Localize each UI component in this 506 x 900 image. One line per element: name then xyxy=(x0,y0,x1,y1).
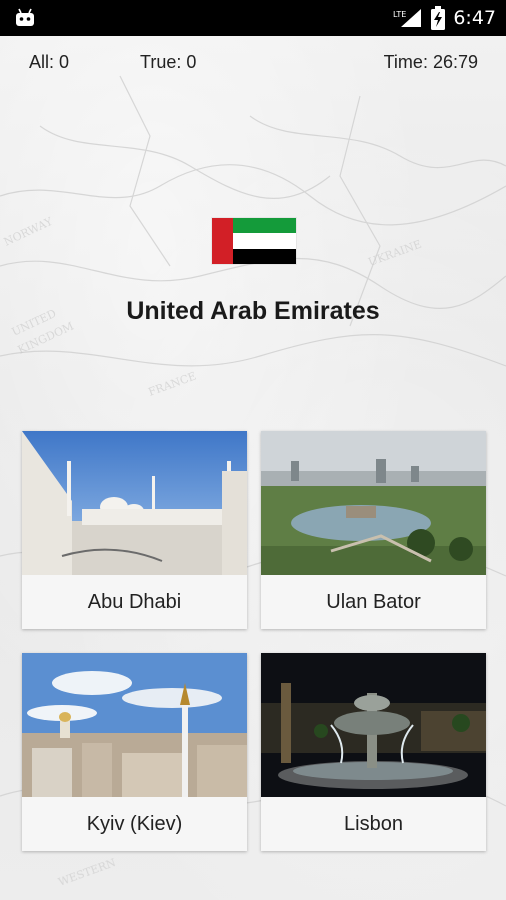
option-label: Ulan Bator xyxy=(326,590,421,613)
city-photo-abu-dhabi xyxy=(22,431,247,575)
svg-text:FRANCE: FRANCE xyxy=(147,370,198,399)
lte-signal-icon: LTE xyxy=(393,9,422,27)
status-time: 6:47 xyxy=(453,7,496,29)
country-name: United Arab Emirates xyxy=(126,297,380,325)
option-label: Lisbon xyxy=(344,812,403,835)
svg-text:WESTERN: WESTERN xyxy=(57,856,118,889)
flag-white-stripe xyxy=(233,233,296,249)
status-bar: LTE 6:47 xyxy=(0,0,506,36)
city-photo-lisbon xyxy=(261,653,486,797)
option-card-lisbon[interactable]: Lisbon xyxy=(261,653,486,851)
timer: Time: 26:79 xyxy=(383,52,478,72)
svg-text:UKRAINE: UKRAINE xyxy=(367,238,424,269)
country-flag xyxy=(212,218,296,264)
all-count: All: 0 xyxy=(29,52,70,72)
option-label: Abu Dhabi xyxy=(87,590,182,613)
flag-black-stripe xyxy=(233,248,296,264)
svg-text:NORWAY: NORWAY xyxy=(2,215,55,249)
city-photo-ulan-bator xyxy=(261,431,486,575)
battery-charging-icon xyxy=(431,6,446,30)
flag-green-stripe xyxy=(233,218,296,234)
option-card-abu-dhabi[interactable]: Abu Dhabi xyxy=(22,431,247,629)
option-label: Kyiv (Kiev) xyxy=(86,812,183,835)
android-icon xyxy=(16,8,34,26)
option-card-ulan-bator[interactable]: Ulan Bator xyxy=(261,431,486,629)
flag-red-band xyxy=(212,218,233,264)
city-photo-kyiv xyxy=(22,653,247,797)
svg-text:LTE: LTE xyxy=(393,10,406,19)
true-count: True: 0 xyxy=(140,52,197,72)
option-card-kyiv[interactable]: Kyiv (Kiev) xyxy=(22,653,247,851)
